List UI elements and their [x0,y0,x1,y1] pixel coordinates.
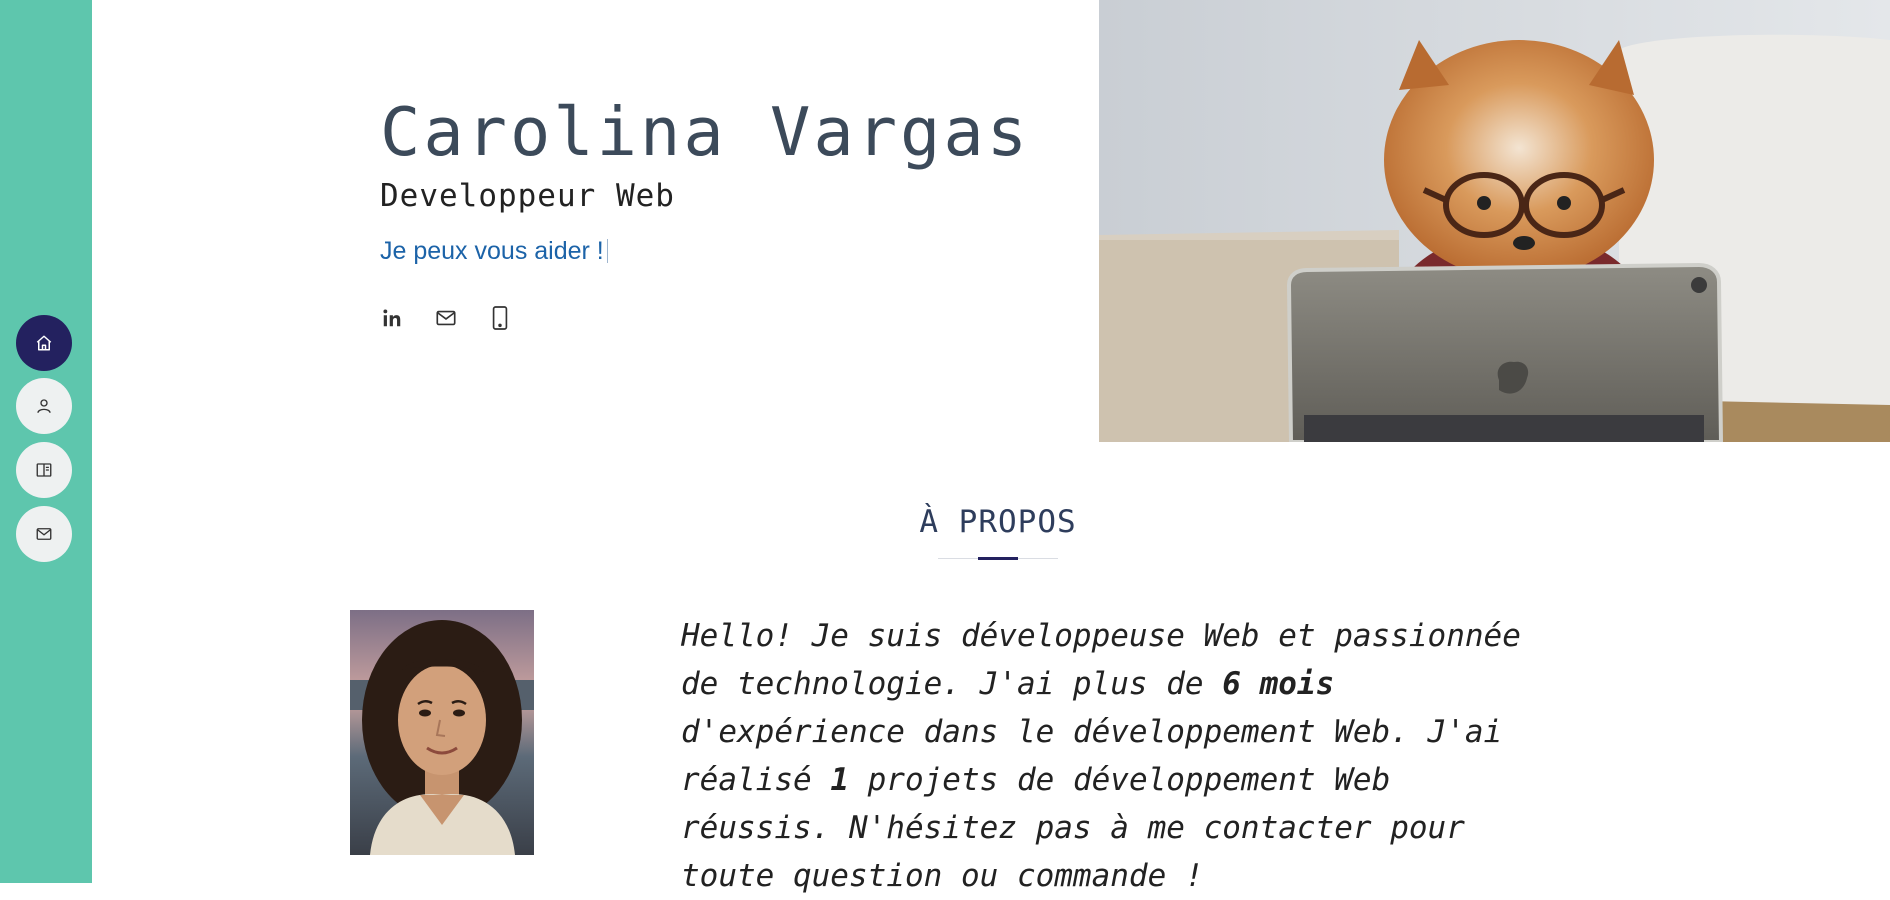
social-links [380,304,512,332]
nav-about-button[interactable] [16,378,72,434]
linkedin-icon [383,309,401,327]
sidebar [0,0,92,883]
phone-icon [492,306,508,330]
book-icon [36,463,52,477]
hero-image [1099,0,1890,442]
about-text: Hello! Je suis développeuse Web et passi… [681,612,1541,900]
portrait-image [350,610,534,855]
home-icon [36,335,52,351]
woman-portrait-photo [350,610,534,855]
title-divider-accent [978,557,1018,560]
hero-tagline: Je peux vous aider ! [380,236,1030,266]
about-text-part1: Hello! Je suis développeuse Web et passi… [681,618,1521,702]
pomeranian-with-glasses-image [1099,0,1890,442]
typing-cursor [606,239,608,263]
hero-role: Developpeur Web [380,178,675,214]
hero-text: Carolina Vargas Developpeur Web Je peux … [380,88,1030,266]
hero-name: Carolina Vargas [380,93,1031,171]
mail-icon [436,310,456,326]
email-link[interactable] [434,304,458,332]
linkedin-link[interactable] [380,304,404,332]
about-projects-count: 1 [830,762,849,798]
user-icon [37,399,51,413]
nav-home-button[interactable] [16,315,72,371]
section-title-about: À PROPOS [919,504,1077,540]
nav-portfolio-button[interactable] [16,442,72,498]
tagline-text: Je peux vous aider ! [380,237,604,265]
about-experience: 6 mois [1222,666,1335,702]
phone-link[interactable] [488,304,512,332]
